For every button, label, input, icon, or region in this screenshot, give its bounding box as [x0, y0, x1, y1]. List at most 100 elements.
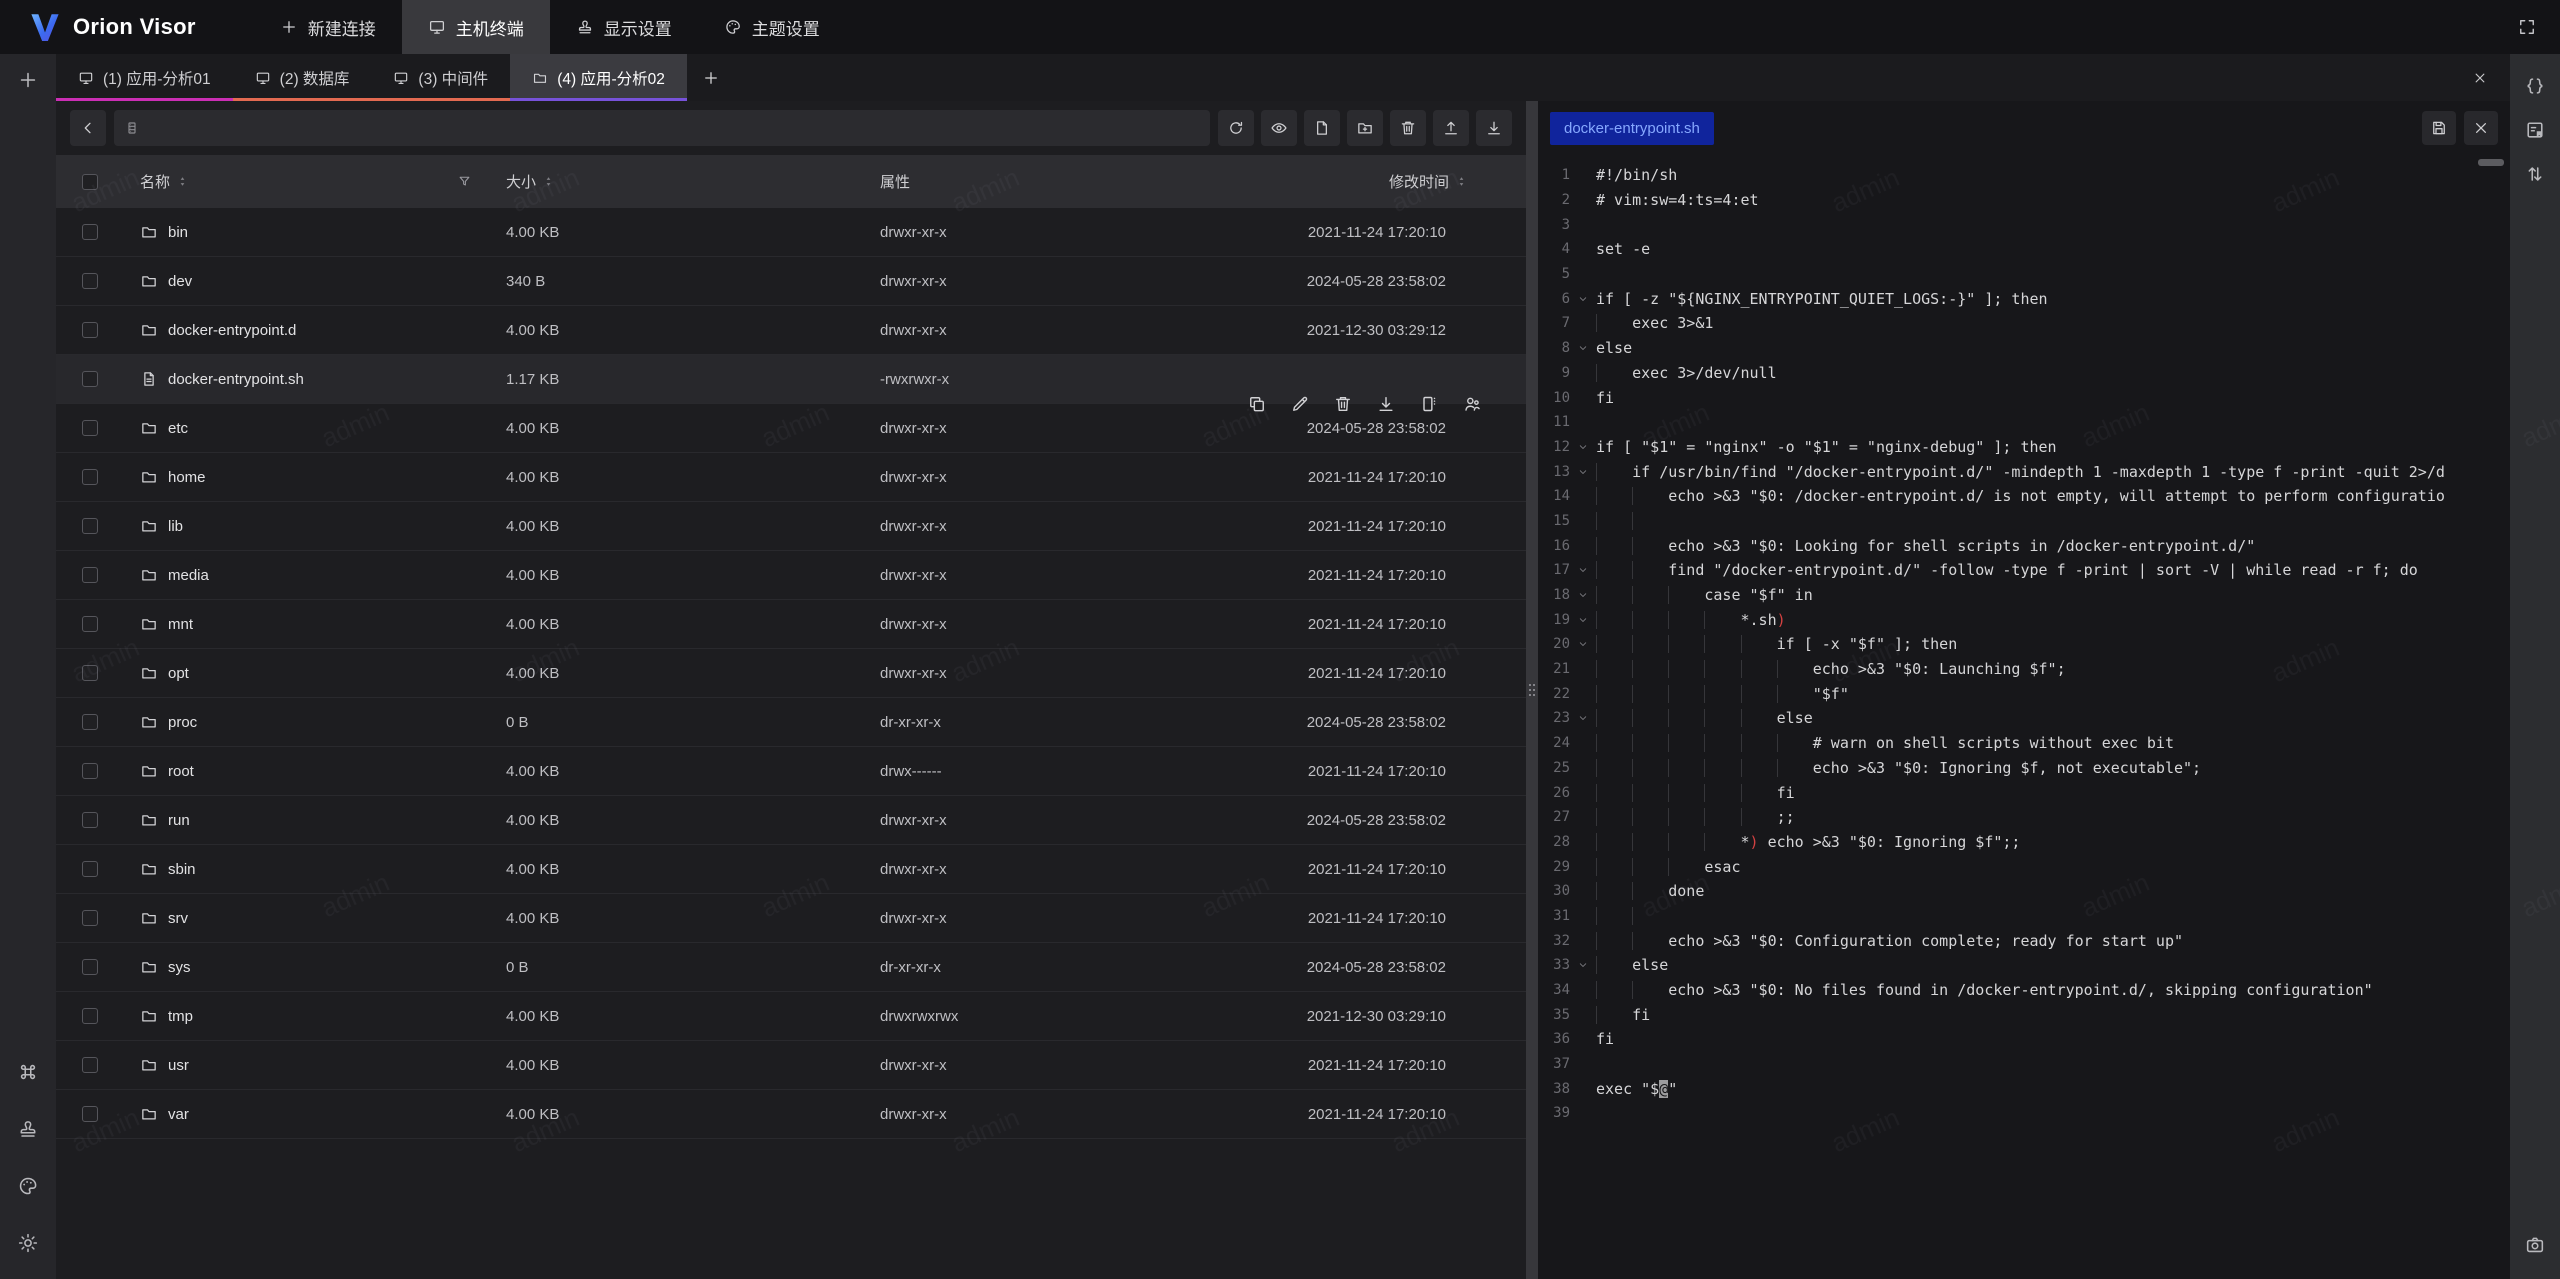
- sort-size-icon[interactable]: [542, 175, 555, 188]
- code-editor[interactable]: 1 #!/bin/sh 2 # vim:sw=4:ts=4:et 3 4 set…: [1538, 155, 2510, 1126]
- table-row[interactable]: sbin 4.00 KB drwxr-xr-x 2021-11-24 17:20…: [56, 845, 1526, 894]
- fold-toggle[interactable]: [1570, 589, 1596, 601]
- fold-toggle[interactable]: [1570, 959, 1596, 971]
- table-row[interactable]: sys 0 B dr-xr-xr-x 2024-05-28 23:58:02: [56, 943, 1526, 992]
- file-name[interactable]: sbin: [168, 861, 196, 878]
- code-line[interactable]: 11: [1538, 410, 2510, 435]
- fold-toggle[interactable]: [1570, 293, 1596, 305]
- download-button[interactable]: [1476, 110, 1512, 146]
- code-line[interactable]: 38 exec "$@": [1538, 1076, 2510, 1101]
- file-name[interactable]: bin: [168, 224, 188, 241]
- code-line[interactable]: 16 echo >&3 "$0: Looking for shell scrip…: [1538, 533, 2510, 558]
- file-name[interactable]: root: [168, 763, 194, 780]
- row-checkbox[interactable]: [82, 665, 98, 681]
- session-tab-4[interactable]: (4) 应用-分析02: [510, 54, 687, 101]
- file-name[interactable]: srv: [168, 910, 188, 927]
- code-line[interactable]: 15: [1538, 509, 2510, 534]
- table-row[interactable]: bin 4.00 KB drwxr-xr-x 2021-11-24 17:20:…: [56, 208, 1526, 257]
- upload-button[interactable]: [1433, 110, 1469, 146]
- table-row[interactable]: srv 4.00 KB drwxr-xr-x 2021-11-24 17:20:…: [56, 894, 1526, 943]
- path-input[interactable]: [148, 110, 1200, 146]
- session-tab-2[interactable]: (2) 数据库: [233, 54, 372, 101]
- menu-item-theme-settings[interactable]: 主题设置: [698, 0, 846, 54]
- table-row[interactable]: lib 4.00 KB drwxr-xr-x 2021-11-24 17:20:…: [56, 502, 1526, 551]
- code-line[interactable]: 5: [1538, 262, 2510, 287]
- code-line[interactable]: 24 # warn on shell scripts without exec …: [1538, 731, 2510, 756]
- file-name[interactable]: media: [168, 567, 209, 584]
- code-line[interactable]: 34 echo >&3 "$0: No files found in /dock…: [1538, 978, 2510, 1003]
- table-row[interactable]: usr 4.00 KB drwxr-xr-x 2021-11-24 17:20:…: [56, 1041, 1526, 1090]
- file-name[interactable]: home: [168, 469, 206, 486]
- code-line[interactable]: 14 echo >&3 "$0: /docker-entrypoint.d/ i…: [1538, 484, 2510, 509]
- settings-button[interactable]: [0, 1221, 56, 1265]
- save-button[interactable]: [2422, 111, 2456, 145]
- table-row[interactable]: home 4.00 KB drwxr-xr-x 2021-11-24 17:20…: [56, 453, 1526, 502]
- table-row[interactable]: root 4.00 KB drwx------ 2021-11-24 17:20…: [56, 747, 1526, 796]
- sort-mtime-icon[interactable]: [1455, 175, 1468, 188]
- move-button[interactable]: [1419, 394, 1439, 414]
- code-line[interactable]: 23 else: [1538, 706, 2510, 731]
- code-line[interactable]: 29 esac: [1538, 854, 2510, 879]
- new-file-button[interactable]: [1304, 110, 1340, 146]
- download-button[interactable]: [1376, 394, 1396, 414]
- menu-item-display-settings[interactable]: 显示设置: [550, 0, 698, 54]
- file-name[interactable]: mnt: [168, 616, 193, 633]
- file-name[interactable]: tmp: [168, 1008, 193, 1025]
- preview-hidden-button[interactable]: [1261, 110, 1297, 146]
- code-line[interactable]: 32 echo >&3 "$0: Configuration complete;…: [1538, 928, 2510, 953]
- screenshot-button[interactable]: [2510, 1223, 2560, 1267]
- theme-settings-button[interactable]: [0, 1164, 56, 1208]
- edit-button[interactable]: [1290, 394, 1310, 414]
- select-all-checkbox[interactable]: [82, 174, 98, 190]
- row-checkbox[interactable]: [82, 420, 98, 436]
- row-checkbox[interactable]: [82, 1106, 98, 1122]
- row-checkbox[interactable]: [82, 1057, 98, 1073]
- menu-item-host-terminal[interactable]: 主机终端: [402, 0, 550, 54]
- table-row[interactable]: var 4.00 KB drwxr-xr-x 2021-11-24 17:20:…: [56, 1090, 1526, 1139]
- row-checkbox[interactable]: [82, 1008, 98, 1024]
- file-name[interactable]: run: [168, 812, 190, 829]
- row-checkbox[interactable]: [82, 763, 98, 779]
- code-line[interactable]: 17 find "/docker-entrypoint.d/" -follow …: [1538, 558, 2510, 583]
- code-line[interactable]: 6 if [ -z "${NGINX_ENTRYPOINT_QUIET_LOGS…: [1538, 286, 2510, 311]
- delete-button[interactable]: [1333, 394, 1353, 414]
- file-name[interactable]: docker-entrypoint.sh: [168, 371, 304, 388]
- row-checkbox[interactable]: [82, 910, 98, 926]
- code-line[interactable]: 35 fi: [1538, 1002, 2510, 1027]
- code-line[interactable]: 36 fi: [1538, 1027, 2510, 1052]
- code-line[interactable]: 26 fi: [1538, 780, 2510, 805]
- code-line[interactable]: 1 #!/bin/sh: [1538, 163, 2510, 188]
- code-line[interactable]: 10 fi: [1538, 385, 2510, 410]
- file-name[interactable]: usr: [168, 1057, 189, 1074]
- code-line[interactable]: 25 echo >&3 "$0: Ignoring $f, not execut…: [1538, 756, 2510, 781]
- code-line[interactable]: 8 else: [1538, 336, 2510, 361]
- code-line[interactable]: 19 *.sh): [1538, 607, 2510, 632]
- code-line[interactable]: 18 case "$f" in: [1538, 583, 2510, 608]
- fold-toggle[interactable]: [1570, 564, 1596, 576]
- row-checkbox[interactable]: [82, 371, 98, 387]
- fold-toggle[interactable]: [1570, 466, 1596, 478]
- code-line[interactable]: 12 if [ "$1" = "nginx" -o "$1" = "nginx-…: [1538, 435, 2510, 460]
- file-name[interactable]: dev: [168, 273, 192, 290]
- transfer-list-button[interactable]: [2510, 152, 2560, 196]
- code-line[interactable]: 33 else: [1538, 953, 2510, 978]
- code-line[interactable]: 31: [1538, 904, 2510, 929]
- delete-button[interactable]: [1390, 110, 1426, 146]
- permission-button[interactable]: [1462, 394, 1482, 414]
- file-name[interactable]: etc: [168, 420, 188, 437]
- file-name[interactable]: proc: [168, 714, 197, 731]
- table-row[interactable]: docker-entrypoint.sh 1.17 KB -rwxrwxr-x: [56, 355, 1526, 404]
- code-line[interactable]: 20 if [ -x "$f" ]; then: [1538, 632, 2510, 657]
- file-name[interactable]: lib: [168, 518, 183, 535]
- filter-icon[interactable]: [457, 174, 472, 189]
- code-line[interactable]: 28 *) echo >&3 "$0: Ignoring $f";;: [1538, 830, 2510, 855]
- row-checkbox[interactable]: [82, 273, 98, 289]
- code-line[interactable]: 37: [1538, 1052, 2510, 1077]
- session-tab-1[interactable]: (1) 应用-分析01: [56, 54, 233, 101]
- fullscreen-button[interactable]: [2507, 0, 2547, 54]
- code-line[interactable]: 4 set -e: [1538, 237, 2510, 262]
- back-button[interactable]: [70, 110, 106, 146]
- code-line[interactable]: 7 exec 3>&1: [1538, 311, 2510, 336]
- panel-splitter[interactable]: [1526, 101, 1538, 1279]
- session-tab-3[interactable]: (3) 中间件: [371, 54, 510, 101]
